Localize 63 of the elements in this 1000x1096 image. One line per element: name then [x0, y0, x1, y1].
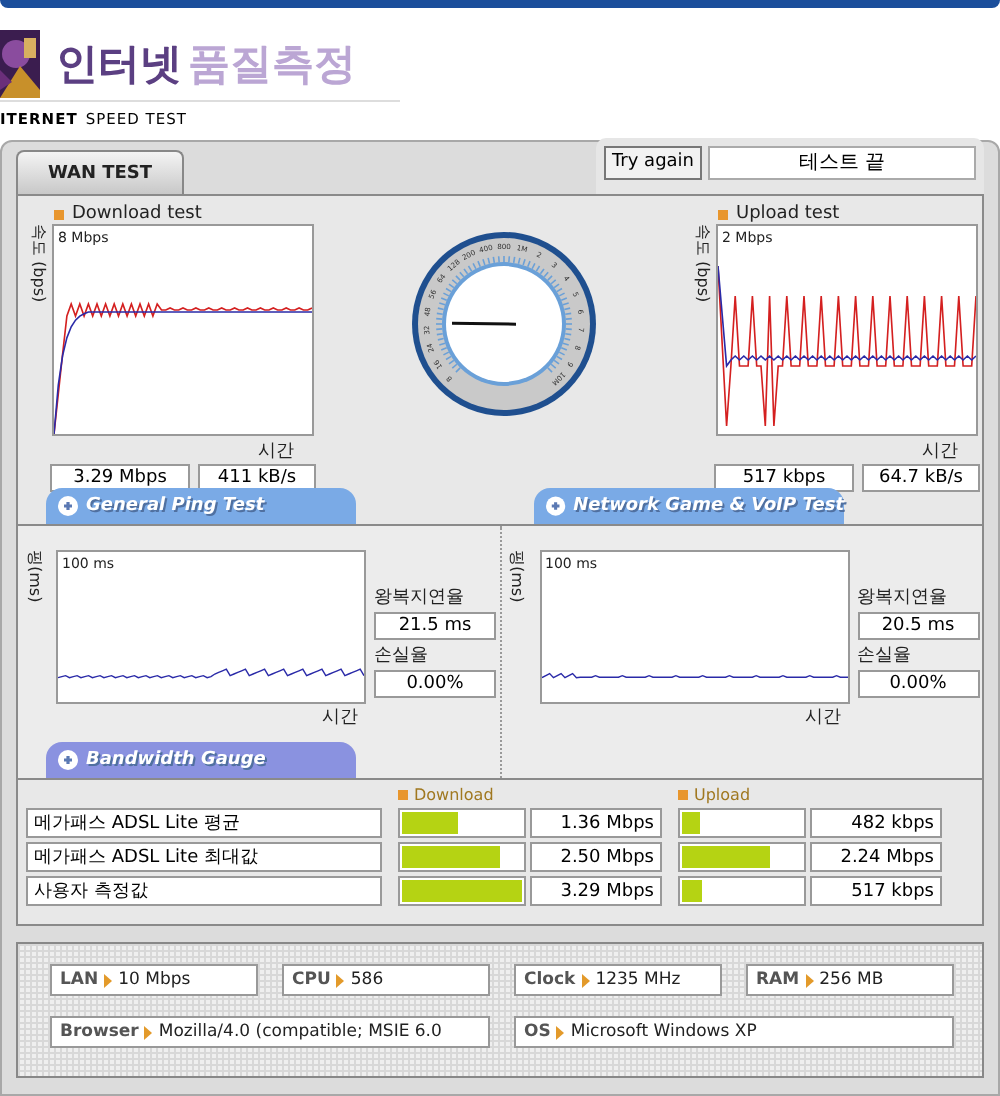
- plus-icon: [546, 496, 566, 516]
- plus-icon: [58, 750, 78, 770]
- info-value: 1235 MHz: [595, 970, 681, 990]
- table-cell: 2.24 Mbps: [810, 842, 942, 872]
- axis-label: 핑(ms): [23, 550, 45, 603]
- loss-value: 0.00%: [857, 670, 979, 698]
- latency-value: 20.5 ms: [857, 612, 979, 640]
- table-cell: 482 kbps: [810, 808, 942, 838]
- info-label: OS: [524, 1022, 551, 1042]
- row-label: 메가패스 ADSL Lite 평균: [26, 808, 382, 838]
- speed-value: 64.7 kB/s: [862, 464, 980, 492]
- arrow-icon: [144, 1025, 153, 1039]
- info-value: Microsoft Windows XP: [570, 1022, 757, 1042]
- arrow-icon: [805, 973, 814, 987]
- bullet-icon: [678, 790, 688, 800]
- axis-label: 시간: [805, 706, 841, 730]
- arrow-icon: [581, 973, 590, 987]
- arrow-icon: [104, 973, 113, 987]
- tab[interactable]: WAN TEST: [16, 150, 184, 194]
- info-value: Mozilla/4.0 (compatible; MSIE 6.0: [158, 1022, 442, 1042]
- bullet-icon: [398, 790, 408, 800]
- bullet-icon: [718, 209, 728, 219]
- table-cell: 3.29 Mbps: [530, 876, 662, 906]
- axis-label: 시간: [322, 706, 358, 730]
- table-cell: 1.36 Mbps: [530, 808, 662, 838]
- panel-title: Upload test: [736, 204, 840, 224]
- latency-value: 21.5 ms: [374, 612, 496, 640]
- info-label: Browser: [60, 1022, 139, 1042]
- info-label: CPU: [292, 970, 331, 990]
- axis-label: 시간: [922, 440, 958, 464]
- column-header: Download: [414, 786, 494, 804]
- bullet-icon: [54, 209, 64, 219]
- info-value: 256 MB: [819, 970, 884, 990]
- axis-label: 속도 (bps): [27, 224, 49, 303]
- table-cell: 2.50 Mbps: [530, 842, 662, 872]
- latency-label: 왕복지연율: [374, 586, 466, 610]
- plus-icon: [58, 496, 78, 516]
- arrow-icon: [336, 973, 345, 987]
- app-title: 인터넷: [56, 40, 182, 88]
- section-title: General Ping Test: [86, 496, 265, 516]
- section-title: Network Game & VoIP Test: [573, 496, 844, 516]
- loss-label: 손실율: [374, 644, 430, 668]
- panel-title: Download test: [72, 204, 202, 224]
- column-header: Upload: [694, 786, 751, 804]
- status-field: 테스트 끝: [708, 145, 976, 179]
- arrow-icon: [556, 1025, 565, 1039]
- loss-label: 손실율: [857, 644, 913, 668]
- app-title: 품질측정: [188, 40, 357, 88]
- info-label: Clock: [524, 970, 576, 990]
- latency-label: 왕복지연율: [857, 586, 949, 610]
- axis-label: 속도 (bps): [691, 224, 713, 303]
- info-label: RAM: [756, 970, 800, 990]
- row-label: 메가패스 ADSL Lite 최대값: [26, 842, 382, 872]
- axis-label: 핑(ms): [506, 550, 528, 603]
- table-cell: 517 kbps: [810, 876, 942, 906]
- loss-value: 0.00%: [374, 670, 496, 698]
- info-value: 10 Mbps: [118, 970, 191, 990]
- try-again-button[interactable]: Try again: [604, 145, 703, 179]
- info-value: 586: [350, 970, 384, 990]
- info-label: LAN: [60, 970, 99, 990]
- section-title: Bandwidth Gauge: [86, 750, 266, 770]
- row-label: 사용자 측정값: [26, 876, 382, 906]
- axis-label: 시간: [258, 440, 294, 464]
